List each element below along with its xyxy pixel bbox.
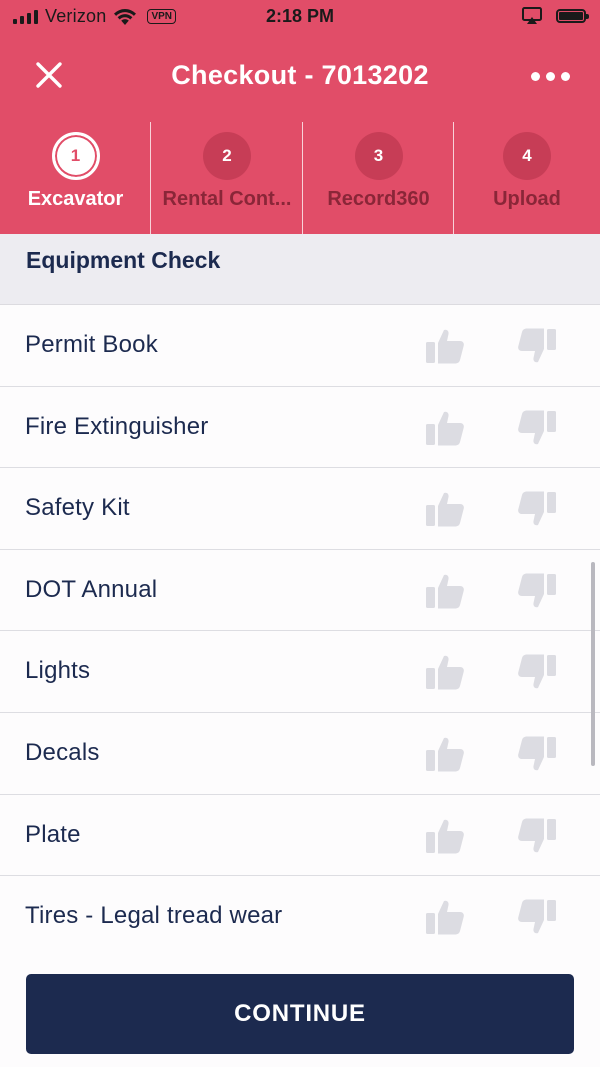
continue-button[interactable]: CONTINUE bbox=[26, 974, 574, 1054]
status-bar: Verizon VPN 2:18 PM bbox=[0, 0, 600, 34]
thumbs-down-icon bbox=[518, 573, 556, 608]
more-options-button[interactable] bbox=[526, 66, 574, 86]
step-number-badge: 3 bbox=[354, 132, 403, 180]
thumbs-up-button[interactable] bbox=[424, 407, 466, 449]
thumbs-down-button[interactable] bbox=[516, 570, 558, 612]
step-number-badge: 1 bbox=[51, 132, 100, 180]
item-label: Plate bbox=[25, 820, 81, 848]
item-label: Tires - Legal tread wear bbox=[25, 902, 283, 930]
step-tab-record360[interactable]: 3 Record360 bbox=[303, 122, 454, 234]
thumbs-down-icon bbox=[518, 736, 556, 771]
item-label: DOT Annual bbox=[25, 575, 158, 603]
thumbs-down-icon bbox=[518, 410, 556, 444]
thumbs-down-icon bbox=[518, 654, 556, 689]
thumbs-down-button[interactable] bbox=[516, 896, 558, 938]
step-tab-rental-contract[interactable]: 2 Rental Cont... bbox=[151, 122, 303, 234]
list-item: DOT Annual bbox=[0, 549, 600, 632]
step-number-badge: 4 bbox=[503, 132, 551, 180]
thumbs-up-button[interactable] bbox=[424, 325, 466, 367]
app-header: Verizon VPN 2:18 PM Checkout - 7013202 1… bbox=[0, 0, 600, 234]
thumbs-down-icon bbox=[518, 491, 556, 526]
thumbs-down-button[interactable] bbox=[516, 407, 558, 449]
list-item: Lights bbox=[0, 631, 600, 713]
more-dot-icon bbox=[560, 71, 570, 81]
clock: 2:18 PM bbox=[265, 6, 335, 26]
thumbs-up-icon bbox=[426, 492, 464, 527]
thumbs-up-icon bbox=[426, 574, 464, 609]
thumbs-up-icon bbox=[426, 900, 464, 935]
battery-icon bbox=[556, 9, 589, 23]
thumbs-down-button[interactable] bbox=[516, 488, 558, 530]
step-number-badge: 2 bbox=[203, 132, 251, 180]
step-label: Excavator bbox=[27, 188, 124, 210]
list-item: Tires - Legal tread wear bbox=[0, 876, 600, 958]
step-tab-upload[interactable]: 4 Upload bbox=[454, 122, 600, 234]
step-label: Record360 bbox=[327, 188, 430, 210]
more-dot-icon bbox=[545, 71, 555, 81]
thumbs-up-button[interactable] bbox=[424, 733, 466, 775]
thumbs-up-button[interactable] bbox=[424, 570, 466, 612]
thumbs-down-icon bbox=[518, 328, 556, 363]
item-label: Lights bbox=[25, 657, 91, 685]
list-item: Plate bbox=[0, 794, 600, 877]
list-item: Permit Book bbox=[0, 305, 600, 387]
step-label: Upload bbox=[493, 188, 561, 210]
section-header: Equipment Check bbox=[0, 234, 600, 305]
list-item: Safety Kit bbox=[0, 468, 600, 550]
thumbs-up-icon bbox=[426, 819, 464, 854]
screen-mirroring-icon bbox=[522, 7, 542, 24]
thumbs-up-icon bbox=[426, 737, 464, 772]
thumbs-up-icon bbox=[426, 411, 464, 446]
step-label: Rental Cont... bbox=[162, 188, 292, 210]
list-item: Fire Extinguisher bbox=[0, 386, 600, 469]
thumbs-up-button[interactable] bbox=[424, 651, 466, 693]
item-label: Safety Kit bbox=[25, 494, 130, 522]
step-tab-excavator[interactable]: 1 Excavator bbox=[0, 122, 151, 234]
thumbs-down-button[interactable] bbox=[516, 325, 558, 367]
thumbs-up-button[interactable] bbox=[424, 815, 466, 857]
thumbs-down-button[interactable] bbox=[516, 651, 558, 693]
thumbs-up-button[interactable] bbox=[424, 896, 466, 938]
thumbs-down-icon bbox=[518, 899, 556, 934]
page-title: Checkout - 7013202 bbox=[171, 60, 429, 90]
footer: CONTINUE bbox=[0, 955, 600, 1067]
item-label: Fire Extinguisher bbox=[25, 412, 209, 440]
list-item: Decals bbox=[0, 712, 600, 795]
thumbs-up-button[interactable] bbox=[424, 488, 466, 530]
scroll-indicator[interactable] bbox=[591, 562, 595, 766]
thumbs-up-icon bbox=[426, 329, 464, 364]
more-dot-icon bbox=[530, 71, 540, 81]
step-tabs: 1 Excavator 2 Rental Cont... 3 Record360… bbox=[0, 122, 600, 234]
item-label: Permit Book bbox=[25, 331, 158, 358]
section-title: Equipment Check bbox=[26, 247, 221, 273]
thumbs-down-button[interactable] bbox=[516, 733, 558, 775]
checklist: Permit Book Fire Extinguisher Safety Kit… bbox=[0, 305, 600, 958]
thumbs-down-button[interactable] bbox=[516, 815, 558, 857]
thumbs-down-icon bbox=[518, 818, 556, 852]
nav-bar: Checkout - 7013202 bbox=[0, 44, 600, 108]
thumbs-up-icon bbox=[426, 656, 464, 690]
item-label: Decals bbox=[25, 738, 100, 766]
